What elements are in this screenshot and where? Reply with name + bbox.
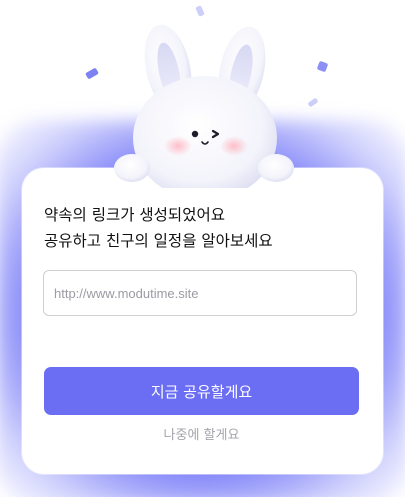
confetti-piece	[307, 97, 319, 108]
confetti-piece	[195, 5, 205, 17]
share-later-button[interactable]: 나중에 할게요	[44, 422, 359, 444]
share-link-card: 약속의 링크가 생성되었어요 공유하고 친구의 일정을 알아보세요 지금 공유할…	[22, 168, 383, 474]
share-link-input[interactable]	[43, 270, 357, 316]
share-link-modal-screen: 약속의 링크가 생성되었어요 공유하고 친구의 일정을 알아보세요 지금 공유할…	[0, 0, 405, 497]
dialog-title: 약속의 링크가 생성되었어요 공유하고 친구의 일정을 알아보세요	[44, 202, 364, 254]
dialog-title-line-1: 약속의 링크가 생성되었어요	[44, 206, 225, 224]
share-now-button[interactable]: 지금 공유할게요	[44, 367, 359, 415]
dialog-title-line-2: 공유하고 친구의 일정을 알아보세요	[44, 232, 273, 250]
confetti-piece	[316, 60, 329, 73]
confetti-piece	[85, 67, 99, 80]
bunny-mascot-icon	[114, 24, 294, 188]
